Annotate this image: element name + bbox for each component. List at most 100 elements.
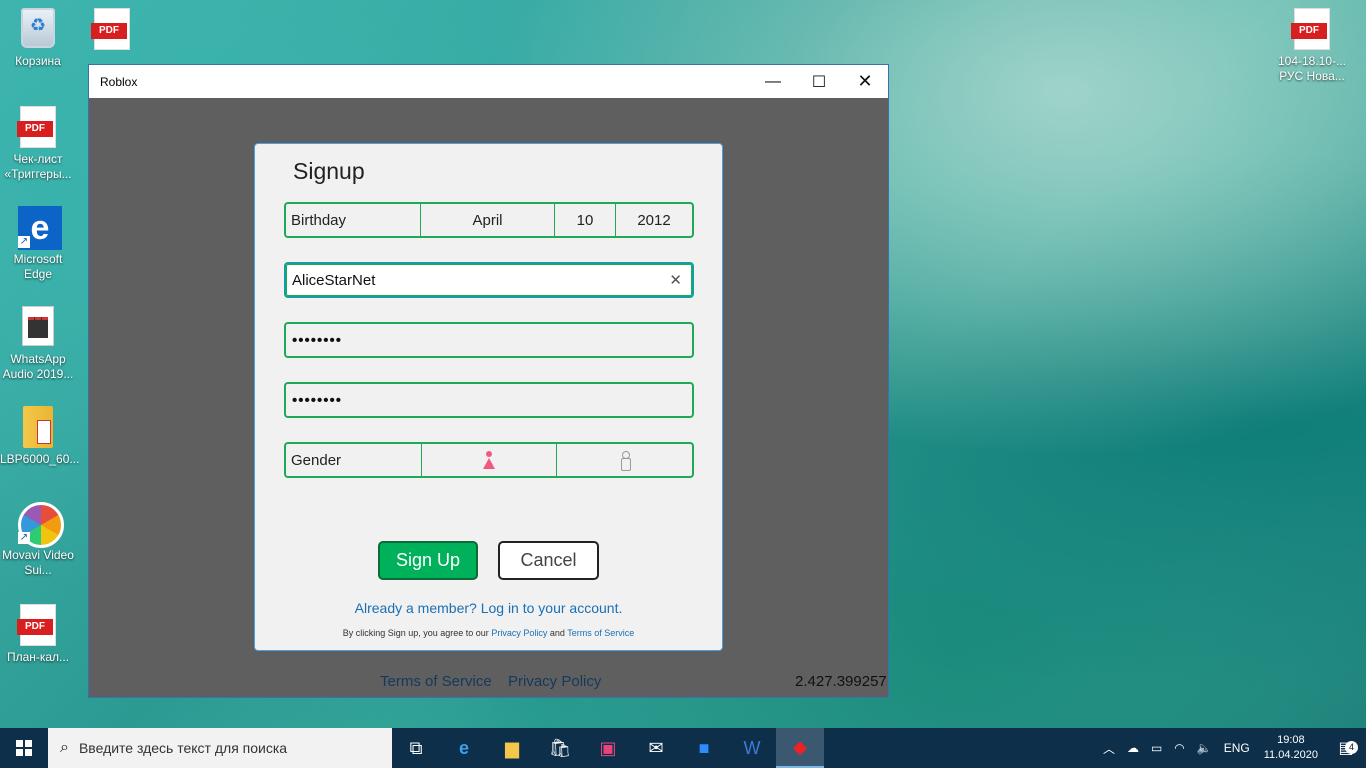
birthday-day-select[interactable]: 10 [555,204,616,236]
signup-card: Signup Birthday April 10 2012 AliceStarN… [254,143,723,651]
taskbar-game-app[interactable]: ▣ [584,728,632,768]
desktop-icon-label: Movavi Video Sui... [2,548,74,577]
search-icon: ⌕ [60,739,69,756]
recycle-bin-icon [18,8,58,50]
task-view-icon: ⧉ [409,737,423,758]
folder-icon: ▆ [505,737,519,758]
taskbar-store[interactable]: 🛍 [536,728,584,768]
shortcut-arrow-icon: ↗ [18,532,30,544]
desktop-icon-pdf-right[interactable]: PDF 104-18.10-... РУС Нова... [1272,8,1352,84]
desktop-icon-label: 104-18.10-... РУС Нова... [1277,54,1347,83]
clock-date: 11.04.2020 [1263,749,1318,761]
legal-and: and [549,628,565,638]
desktop-icon-label: WhatsApp Audio 2019... [2,352,74,381]
login-link[interactable]: Already a member? Log in to your account… [255,600,722,616]
clear-input-icon[interactable]: ✕ [669,271,682,289]
female-icon [483,451,495,469]
gender-female-button[interactable] [422,444,557,476]
minimize-button[interactable]: — [750,65,796,98]
search-placeholder: Введите здесь текст для поиска [78,740,288,756]
confirm-password-value: •••••••• [292,391,343,409]
desktop-icon-label: Корзина [15,54,61,68]
username-input[interactable]: AliceStarNet ✕ [284,262,694,298]
desktop-icon-lbp6000[interactable]: LBP6000_60... [0,406,80,467]
desktop-icon-pdf-checklist[interactable]: PDF Чек-лист «Триггеры... [0,106,76,182]
legal-notice: By clicking Sign up, you agree to our Pr… [255,628,722,638]
desktop-icon-label: Чек-лист «Триггеры... [4,152,72,181]
taskbar-file-explorer[interactable]: ▆ [488,728,536,768]
close-button[interactable]: ✕ [842,65,888,98]
birthday-label: Birthday [286,204,421,236]
action-center-button[interactable]: ▤ 4 [1326,738,1366,758]
legal-text: By clicking Sign up, you agree to our [342,628,489,638]
taskbar-search[interactable]: ⌕ Введите здесь текст для поиска [48,728,392,768]
maximize-button[interactable]: ☐ [796,65,842,98]
taskbar-wps[interactable]: W [728,728,776,768]
desktop-icon-pdf-second-col[interactable]: PDF [74,8,150,54]
shortcut-arrow-icon: ↗ [18,236,30,248]
pdf-file-icon: PDF [17,106,58,148]
movavi-icon: ↗ [18,502,64,548]
legal-terms-link[interactable]: Terms of Service [567,628,634,638]
signup-heading: Signup [293,158,365,184]
mail-icon: ✉ [648,737,664,758]
pdf-file-icon: PDF [91,8,132,50]
pdf-file-icon: PDF [17,604,58,646]
battery-icon[interactable]: ▭ [1145,741,1168,755]
window-titlebar[interactable]: Roblox — ☐ ✕ [89,65,888,98]
taskbar: ⌕ Введите здесь текст для поиска ⧉ e ▆ 🛍… [0,728,1366,768]
volume-icon[interactable]: 🔈 [1191,741,1218,755]
show-hidden-icons-icon[interactable]: ︿ [1097,740,1121,757]
desktop-icon-pdf-plan[interactable]: PDF План-кал... [0,604,76,665]
birthday-month-select[interactable]: April [421,204,555,236]
onedrive-icon[interactable]: ☁ [1121,741,1145,755]
birthday-row: Birthday April 10 2012 [284,202,694,238]
roblox-window: Roblox — ☐ ✕ Signup Birthday April 10 20… [88,64,889,698]
username-value: AliceStarNet [292,271,376,289]
cancel-button[interactable]: Cancel [498,541,599,580]
start-button[interactable] [0,728,48,768]
taskbar-mail[interactable]: ✉ [632,728,680,768]
task-view-button[interactable]: ⧉ [392,728,440,768]
edge-icon: e ↗ [18,206,62,250]
desktop-icon-label: План-кал... [6,650,70,664]
notification-count-badge: 4 [1345,741,1358,754]
desktop-icon-edge[interactable]: e ↗ Microsoft Edge [0,206,76,282]
clock[interactable]: 19:08 11.04.2020 [1256,733,1326,763]
gender-label: Gender [286,444,422,476]
roblox-icon: ◆ [793,736,807,757]
edge-icon: e [458,737,469,758]
desktop-icon-movavi[interactable]: ↗ Movavi Video Sui... [0,502,76,578]
archive-folder-icon [18,406,58,448]
store-icon: 🛍 [548,737,572,758]
taskbar-roblox[interactable]: ◆ [776,728,824,768]
birthday-year-select[interactable]: 2012 [616,204,692,236]
version-label: 2.427.399257 [795,673,887,690]
zoom-icon: ■ [698,737,710,758]
system-tray: ︿ ☁ ▭ ◠ 🔈 ENG 19:08 11.04.2020 ▤ 4 [1097,728,1366,768]
taskbar-zoom[interactable]: ■ [680,728,728,768]
password-value: •••••••• [292,331,343,349]
gender-row: Gender [284,442,694,478]
taskbar-edge[interactable]: e [440,728,488,768]
window-title: Roblox [100,74,138,89]
desktop-icon-label: LBP6000_60... [0,452,80,466]
desktop-icon-whatsapp-audio[interactable]: WhatsApp Audio 2019... [0,306,76,382]
desktop-icon-recycle-bin[interactable]: Корзина [0,8,76,69]
pdf-file-icon: PDF [1291,8,1332,50]
gender-male-button[interactable] [557,444,692,476]
desktop-icon-label: Microsoft Edge [13,252,63,281]
footer-privacy-link[interactable]: Privacy Policy [508,673,601,690]
male-icon [620,451,631,471]
sign-up-button[interactable]: Sign Up [378,541,478,580]
password-input[interactable]: •••••••• [284,322,694,358]
language-indicator[interactable]: ENG [1218,741,1256,755]
game-app-icon: ▣ [599,737,617,758]
legal-privacy-link[interactable]: Privacy Policy [491,628,547,638]
wifi-icon[interactable]: ◠ [1168,741,1190,755]
windows-logo-icon [16,740,32,756]
clock-time: 19:08 [1277,734,1305,746]
wps-icon: W [743,737,761,758]
confirm-password-input[interactable]: •••••••• [284,382,694,418]
footer-terms-link[interactable]: Terms of Service [380,673,492,690]
